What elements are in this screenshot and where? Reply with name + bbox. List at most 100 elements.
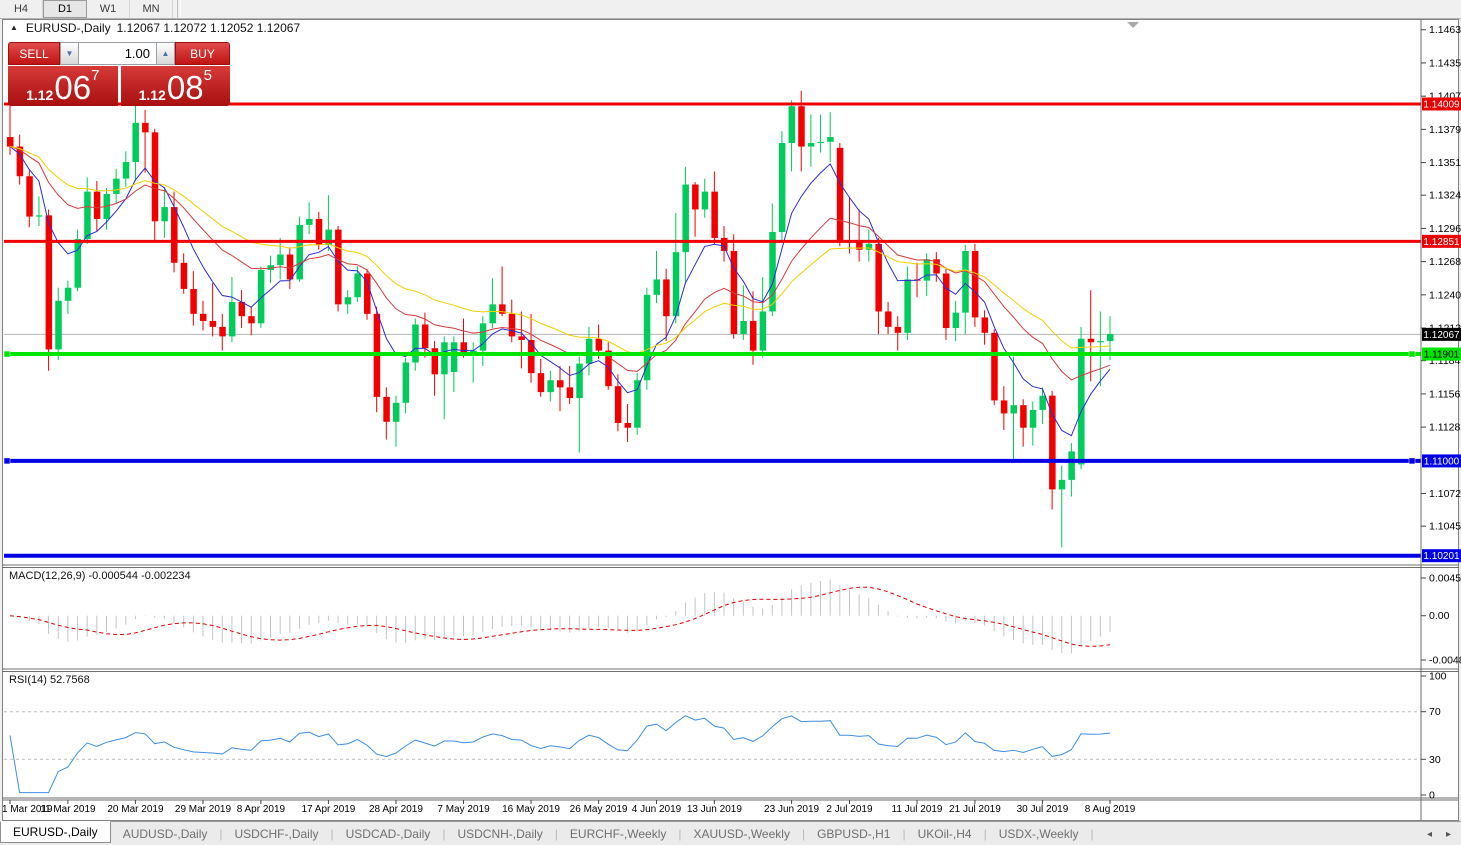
tab-scroll-nav: ◂ ▸ (1427, 822, 1461, 845)
date-tick-label: 16 May 2019 (502, 804, 560, 815)
bid-price-display[interactable]: 1.12 06 7 (8, 66, 118, 106)
chart-tab-ukoil-h4[interactable]: UKOil-,H4 (906, 822, 984, 845)
price-badge-1.10201: 1.10201 (1422, 549, 1461, 563)
rsi-value: 52.7568 (49, 674, 90, 686)
price-tick-label: 1.13795 (1429, 124, 1461, 136)
tabs-scroll-right-icon[interactable]: ▸ (1446, 829, 1451, 840)
chart-canvas[interactable]: 1.146351.143551.140751.137951.135151.132… (0, 0, 1461, 845)
svg-text:1.12851: 1.12851 (1423, 237, 1460, 248)
date-tick-label: 17 Apr 2019 (301, 804, 355, 815)
price-badge-1.11000: 1.11000 (1422, 454, 1461, 468)
hline-anchor (3, 350, 11, 358)
date-tick-label: 29 Mar 2019 (175, 804, 232, 815)
price-tick-label: 1.12960 (1429, 223, 1461, 235)
chart-tab-xauusd-weekly[interactable]: XAUUSD-,Weekly (681, 822, 801, 845)
chart-tab-usdcad-daily[interactable]: USDCAD-,Daily (334, 822, 443, 845)
volume-increase-button[interactable]: ▲ (156, 42, 175, 65)
macd-values: -0.000544 -0.002234 (88, 570, 191, 582)
macd-indicator-label: MACD(12,26,9) -0.000544 -0.002234 (9, 570, 191, 582)
volume-input[interactable]: 1.00 (79, 42, 156, 65)
macd-axis-label: -0.004806 (1429, 655, 1461, 667)
buy-button[interactable]: BUY (175, 42, 230, 65)
mt4-application: H4D1W1MN 1.146351.143551.140751.137951.1… (0, 0, 1461, 845)
bid-price-big: 06 (54, 69, 92, 107)
chart-tab-eurchf-weekly[interactable]: EURCHF-,Weekly (558, 822, 678, 845)
price-tick-label: 1.13515 (1429, 157, 1461, 169)
date-tick-label: 26 May 2019 (570, 804, 628, 815)
price-tick-label: 1.13240 (1429, 190, 1461, 202)
price-tick-label: 1.10725 (1429, 488, 1461, 500)
tabs-scroll-left-icon[interactable]: ◂ (1427, 829, 1432, 840)
timeframe-button-d1[interactable]: D1 (43, 0, 87, 18)
ask-price-pipette: 5 (203, 67, 212, 84)
date-tick-label: 23 Jun 2019 (764, 804, 819, 815)
date-tick-label: 11 Mar 2019 (40, 804, 96, 815)
date-tick-label: 13 Jun 2019 (687, 804, 742, 815)
macd-name: MACD(12,26,9) (9, 570, 86, 582)
rsi-pane (4, 711, 1421, 794)
spin-down-icon: ▼ (65, 49, 74, 58)
volume-decrease-button[interactable]: ▼ (60, 42, 79, 65)
date-tick-label: 7 May 2019 (437, 804, 490, 815)
rsi-axis-label: 30 (1429, 754, 1441, 766)
chart-tab-usdcnh-daily[interactable]: USDCNH-,Daily (445, 822, 554, 845)
timeframe-button-w1[interactable]: W1 (87, 0, 130, 18)
price-tick-label: 1.14635 (1429, 24, 1461, 36)
hline-1.11[interactable] (3, 457, 1421, 465)
chart-tab-bar: EURUSD-,Daily AUDUSD-,Daily | USDCHF-,Daily… (0, 821, 1461, 845)
ma-line-18 (9, 146, 1111, 381)
toolbar-divider (177, 0, 181, 18)
svg-text:1.14009: 1.14009 (1423, 99, 1460, 110)
chart-tab-audusd-daily[interactable]: AUDUSD-,Daily (111, 822, 220, 845)
date-tick-label: 8 Aug 2019 (1085, 804, 1136, 815)
rsi-name: RSI(14) (9, 674, 47, 686)
hline-anchor (3, 457, 11, 465)
hline-anchor (1408, 350, 1416, 358)
date-tick-label: 11 Jul 2019 (892, 804, 943, 815)
price-tick-label: 1.14355 (1429, 57, 1461, 69)
price-tick-label: 1.12400 (1429, 289, 1461, 301)
chart-tabs: EURUSD-,Daily AUDUSD-,Daily | USDCHF-,Daily… (0, 821, 1094, 845)
chart-tab-eurusd-daily[interactable]: EURUSD-,Daily (0, 821, 111, 843)
price-badge-1.14009: 1.14009 (1422, 97, 1461, 111)
rsi-axis-label: 0 (1429, 790, 1435, 802)
svg-text:1.11000: 1.11000 (1424, 456, 1460, 467)
hline-1.11901[interactable] (3, 350, 1421, 358)
date-tick-label: 20 Mar 2019 (107, 804, 164, 815)
candles-layer (7, 90, 1114, 548)
date-tick-label: 2 Jul 2019 (826, 804, 873, 815)
price-badge-1.12067: 1.12067 (1422, 327, 1461, 341)
timeframe-buttons: H4 D1 W1 MN (0, 0, 173, 18)
macd-axis-label: 0.00 (1429, 610, 1450, 622)
date-tick-label: 28 Apr 2019 (369, 804, 423, 815)
timeframe-button-h4[interactable]: H4 (0, 0, 43, 18)
tab-separator: | (1090, 827, 1094, 841)
svg-text:1.10201: 1.10201 (1423, 551, 1460, 562)
bid-price-pipette: 7 (91, 67, 100, 84)
price-pane (3, 90, 1421, 558)
ask-price-display[interactable]: 1.12 08 5 (120, 66, 230, 107)
ask-price-big: 08 (166, 69, 204, 107)
chart-shift-marker-icon[interactable] (1127, 22, 1139, 28)
rsi-axis-label: 100 (1429, 671, 1447, 683)
price-badge-1.11901: 1.11901 (1422, 347, 1461, 361)
chart-symbol-period: EURUSD-,Daily (25, 21, 111, 35)
rsi-indicator-label: RSI(14) 52.7568 (9, 674, 90, 686)
macd-pane (9, 579, 1111, 654)
ask-price-prefix: 1.12 (138, 86, 166, 103)
timeframe-button-mn[interactable]: MN (130, 0, 173, 18)
date-tick-label: 8 Apr 2019 (237, 804, 286, 815)
macd-axis-label: 0.004517 (1429, 573, 1461, 585)
hline-anchor (1408, 457, 1416, 465)
svg-text:1.11901: 1.11901 (1424, 350, 1460, 361)
chart-tab-gbpusd-h1[interactable]: GBPUSD-,H1 (805, 822, 902, 845)
rsi-axis-label: 70 (1429, 706, 1441, 718)
chart-ohlc-values: 1.12067 1.12072 1.12052 1.12067 (116, 21, 301, 35)
price-tick-label: 1.11565 (1429, 388, 1461, 400)
date-tick-label: 4 Jun 2019 (632, 804, 682, 815)
chart-tab-usdchf-daily[interactable]: USDCHF-,Daily (223, 822, 331, 845)
sell-button[interactable]: SELL (8, 42, 60, 65)
collapse-panel-icon[interactable]: ▲ (10, 24, 18, 32)
chart-tab-usdx-weekly[interactable]: USDX-,Weekly (987, 822, 1091, 845)
price-tick-label: 1.10450 (1429, 521, 1461, 533)
